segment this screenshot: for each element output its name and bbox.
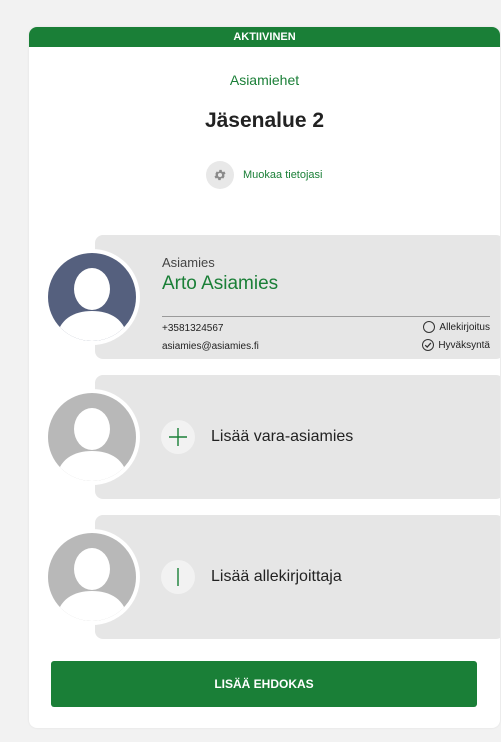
signature-status: Allekirjoitus [423, 321, 490, 333]
approval-status: Hyväksyntä [422, 339, 490, 351]
plus-icon [161, 420, 195, 454]
add-signatory-button[interactable]: Lisää allekirjoittaja [161, 560, 342, 594]
representative-card: Asiamies Arto Asiamies +3581324567 asiam… [95, 235, 500, 359]
add-candidate-button[interactable]: LISÄÄ EHDOKAS [51, 661, 477, 707]
person-icon [48, 253, 136, 341]
divider [162, 316, 490, 317]
representatives-card: AKTIIVINEN Asiamiehet Jäsenalue 2 Muokaa… [29, 27, 500, 728]
signatory-card: Lisää allekirjoittaja [95, 515, 500, 639]
page-title: Jäsenalue 2 [204, 109, 325, 132]
section-label: Asiamiehet [229, 72, 300, 88]
status-badge: AKTIIVINEN [29, 27, 500, 47]
gear-icon [206, 161, 234, 189]
representative-role: Asiamies [162, 255, 215, 270]
representative-email: asiamies@asiamies.fi [162, 341, 259, 352]
representative-name[interactable]: Arto Asiamies [162, 273, 278, 295]
signature-status-label: Allekirjoitus [439, 321, 490, 333]
edit-details-link[interactable]: Muokaa tietojasi [206, 160, 323, 190]
approval-status-label: Hyväksyntä [438, 339, 490, 351]
representative-phone: +3581324567 [162, 323, 224, 334]
add-signatory-label: Lisää allekirjoittaja [211, 568, 342, 585]
add-deputy-button[interactable]: Lisää vara-asiamies [161, 420, 353, 454]
avatar [44, 249, 140, 345]
empty-circle-icon [423, 321, 436, 333]
person-icon [48, 533, 136, 621]
avatar [44, 529, 140, 625]
person-icon [48, 393, 136, 481]
vertical-line-icon [161, 560, 195, 594]
edit-details-label: Muokaa tietojasi [243, 169, 323, 181]
deputy-card: Lisää vara-asiamies [95, 375, 500, 499]
check-circle-icon [422, 339, 435, 351]
add-deputy-label: Lisää vara-asiamies [211, 428, 354, 445]
avatar [44, 389, 140, 485]
